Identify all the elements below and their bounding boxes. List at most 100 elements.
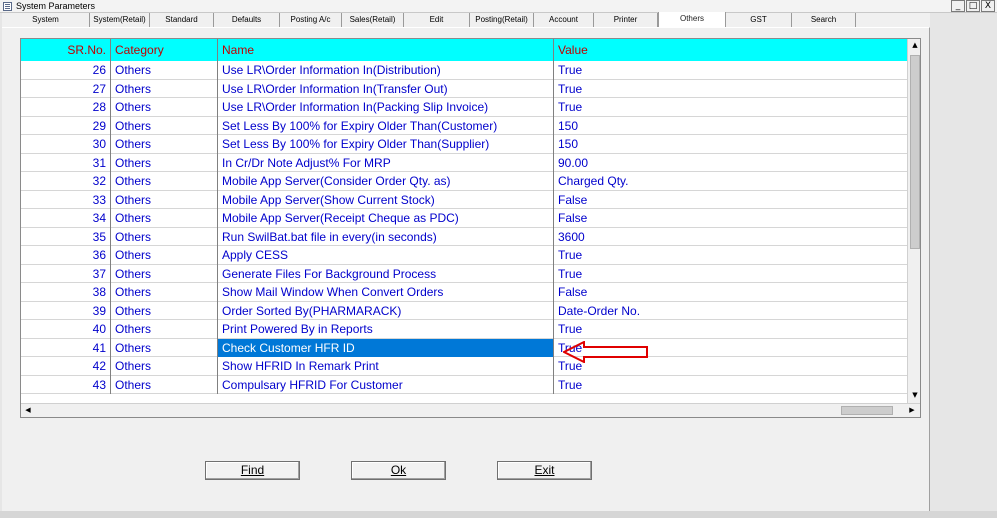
horizontal-scrollbar[interactable]: ◀ ▶ [21, 403, 920, 417]
cell-name[interactable]: Apply CESS [218, 246, 554, 265]
cell-value[interactable]: True [554, 61, 907, 80]
cell-category[interactable]: Others [111, 375, 218, 394]
cell-value[interactable]: True [554, 376, 907, 395]
minimize-button[interactable]: _ [951, 0, 965, 12]
scroll-up-icon[interactable]: ▲ [908, 41, 920, 49]
cell-sr-no[interactable]: 35 [21, 227, 111, 246]
cell-category[interactable]: Others [111, 264, 218, 283]
cell-value[interactable]: False [554, 283, 907, 302]
cell-name[interactable]: Print Powered By in Reports [218, 320, 554, 339]
scroll-down-icon[interactable]: ▼ [908, 391, 920, 399]
cell-name[interactable]: Generate Files For Background Process [218, 264, 554, 283]
tab-printer[interactable]: Printer [594, 13, 658, 27]
cell-name[interactable]: Compulsary HFRID For Customer [218, 375, 554, 394]
cell-value[interactable]: Charged Qty. [554, 172, 907, 191]
table-row[interactable]: 41 Others Check Customer HFR ID True [21, 338, 907, 357]
table-row[interactable]: 29 Others Set Less By 100% for Expiry Olde… [21, 116, 907, 136]
tab-posting-retail[interactable]: Posting(Retail) [470, 13, 534, 27]
tab-account[interactable]: Account [534, 13, 594, 27]
tab-others[interactable]: Others [658, 12, 726, 27]
cell-category[interactable]: Others [111, 135, 218, 154]
cell-name[interactable]: Mobile App Server(Show Current Stock) [218, 190, 554, 209]
find-button[interactable]: Find [205, 461, 300, 480]
vertical-scrollbar[interactable]: ▲ ▼ [907, 39, 920, 403]
cell-sr-no[interactable]: 29 [21, 116, 111, 135]
cell-category[interactable]: Others [111, 79, 218, 98]
cell-sr-no[interactable]: 28 [21, 98, 111, 117]
cell-name[interactable]: In Cr/Dr Note Adjust% For MRP [218, 153, 554, 172]
cell-category[interactable]: Others [111, 61, 218, 80]
cell-category[interactable]: Others [111, 283, 218, 302]
cell-sr-no[interactable]: 41 [21, 338, 111, 357]
cell-sr-no[interactable]: 42 [21, 357, 111, 376]
cell-sr-no[interactable]: 30 [21, 135, 111, 154]
cell-sr-no[interactable]: 38 [21, 283, 111, 302]
cell-value[interactable]: 90.00 [554, 154, 907, 173]
cell-sr-no[interactable]: 37 [21, 264, 111, 283]
cell-value[interactable]: True [554, 246, 907, 265]
cell-sr-no[interactable]: 26 [21, 61, 111, 80]
cell-value[interactable]: 150 [554, 135, 907, 154]
cell-category[interactable]: Others [111, 338, 218, 357]
cell-value[interactable]: True [554, 80, 907, 99]
scroll-right-icon[interactable]: ▶ [905, 406, 919, 414]
cell-sr-no[interactable]: 34 [21, 209, 111, 228]
tab-posting-ac[interactable]: Posting A/c [280, 13, 342, 27]
table-row[interactable]: 39 Others Order Sorted By(PHARMARACK) Date-… [21, 301, 907, 321]
vertical-scroll-thumb[interactable] [910, 55, 920, 249]
cell-sr-no[interactable]: 39 [21, 301, 111, 320]
tab-system[interactable]: System [2, 13, 90, 27]
table-row[interactable]: 31 Others In Cr/Dr Note Adjust% For MRP 90.… [21, 153, 907, 173]
table-row[interactable]: 33 Others Mobile App Server(Show Current S… [21, 190, 907, 210]
tab-defaults[interactable]: Defaults [214, 13, 280, 27]
cell-name[interactable]: Use LR\Order Information In(Distribution… [218, 61, 554, 80]
cell-sr-no[interactable]: 36 [21, 246, 111, 265]
cell-value[interactable]: True [554, 98, 907, 117]
cell-value[interactable]: False [554, 209, 907, 228]
table-row[interactable]: 38 Others Show Mail Window When Convert Or… [21, 283, 907, 302]
cell-category[interactable]: Others [111, 246, 218, 265]
table-row[interactable]: 28 Others Use LR\Order Information In(Pack… [21, 98, 907, 117]
cell-name[interactable]: Check Customer HFR ID [218, 338, 554, 357]
cell-value[interactable]: Date-Order No. [554, 302, 907, 321]
cell-name[interactable]: Set Less By 100% for Expiry Older Than(S… [218, 135, 554, 154]
tab-system-retail[interactable]: System(Retail) [90, 13, 150, 27]
table-row[interactable]: 42 Others Show HFRID In Remark Print True [21, 357, 907, 376]
cell-name[interactable]: Mobile App Server(Receipt Cheque as PDC) [218, 209, 554, 228]
cell-value[interactable]: False [554, 191, 907, 210]
close-button[interactable]: X [981, 0, 995, 12]
cell-category[interactable]: Others [111, 301, 218, 320]
table-row[interactable]: 34 Others Mobile App Server(Receipt Cheque… [21, 209, 907, 228]
parameters-grid[interactable]: SR.No. Category Name Value 26 Others Use L… [20, 38, 921, 418]
table-row[interactable]: 43 Others Compulsary HFRID For Customer Tru… [21, 375, 907, 395]
tab-gst[interactable]: GST [726, 13, 792, 27]
cell-category[interactable]: Others [111, 172, 218, 191]
cell-name[interactable]: Show Mail Window When Convert Orders [218, 283, 554, 302]
cell-category[interactable]: Others [111, 98, 218, 117]
cell-sr-no[interactable]: 33 [21, 190, 111, 209]
table-row[interactable]: 37 Others Generate Files For Background Pr… [21, 264, 907, 283]
cell-name[interactable]: Use LR\Order Information In(Packing Slip… [218, 98, 554, 117]
cell-value[interactable]: 150 [554, 117, 907, 136]
table-row[interactable]: 32 Others Mobile App Server(Consider Order… [21, 172, 907, 191]
table-row[interactable]: 26 Others Use LR\Order Information In(Dist… [21, 61, 907, 80]
tab-edit[interactable]: Edit [404, 13, 470, 27]
cell-category[interactable]: Others [111, 116, 218, 135]
cell-category[interactable]: Others [111, 190, 218, 209]
cell-value[interactable]: True [554, 320, 907, 339]
header-value[interactable]: Value [554, 39, 907, 61]
cell-name[interactable]: Order Sorted By(PHARMARACK) [218, 301, 554, 320]
ok-button[interactable]: Ok [351, 461, 446, 480]
header-name[interactable]: Name [218, 39, 554, 61]
cell-sr-no[interactable]: 43 [21, 375, 111, 394]
table-row[interactable]: 36 Others Apply CESS True [21, 246, 907, 265]
horizontal-scroll-thumb[interactable] [841, 406, 893, 415]
header-sr-no[interactable]: SR.No. [21, 39, 111, 61]
cell-name[interactable]: Run SwilBat.bat file in every(in seconds… [218, 227, 554, 246]
cell-sr-no[interactable]: 27 [21, 79, 111, 98]
cell-category[interactable]: Others [111, 357, 218, 376]
table-row[interactable]: 40 Others Print Powered By in Reports True [21, 320, 907, 339]
cell-sr-no[interactable]: 31 [21, 153, 111, 172]
cell-name[interactable]: Set Less By 100% for Expiry Older Than(C… [218, 116, 554, 135]
exit-button[interactable]: Exit [497, 461, 592, 480]
